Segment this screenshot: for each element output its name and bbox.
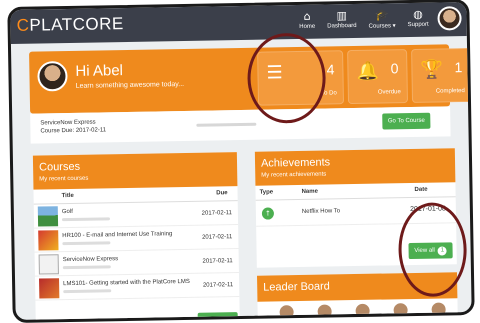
nav-home[interactable]: ⌂ Home [299, 10, 315, 31]
achievements-subtitle: My recent achievements [261, 171, 327, 179]
course-progress [61, 217, 111, 222]
leader-avatar[interactable] [317, 304, 332, 319]
screen-frame: CPLATCORE ⌂ Home ▥ Dashboard 🎓 Courses ▾… [7, 0, 475, 323]
greeting-subtitle: Learn something awesome today... [75, 80, 185, 90]
nav-dashboard[interactable]: ▥ Dashboard [327, 9, 357, 31]
course-due: 2017-02-11 [202, 234, 233, 241]
hr-thumbnail [38, 230, 59, 251]
overdue-count: 0 [390, 60, 399, 77]
col-due: Due [216, 190, 228, 197]
logo-mark: C [16, 15, 30, 35]
home-icon: ⌂ [303, 9, 311, 23]
overdue-label: Overdue [377, 89, 401, 96]
current-course-due: Course Due: 2017-02-11 [40, 127, 107, 135]
welcome-banner: Hi Abel Learn something awesome today...… [29, 44, 473, 114]
course-title[interactable]: LMS101- Getting started with the PlatCor… [63, 279, 190, 287]
current-course-bar: ServiceNow Express Course Due: 2017-02-1… [30, 106, 451, 144]
course-title[interactable]: Golf [62, 209, 73, 215]
course-due: 2017-02-11 [202, 282, 234, 289]
table-row[interactable]: Golf 2017-02-11 [33, 201, 239, 229]
arrow-up-icon: ↑ [261, 207, 275, 220]
graduation-cap-icon: 🎓 [374, 8, 389, 22]
table-row[interactable]: HR100 - E-mail and Internet Use Training… [34, 225, 239, 253]
profile-avatar [37, 61, 68, 92]
table-row[interactable]: LMS101- Getting started with the PlatCor… [34, 273, 240, 301]
globe-icon: ◍ [413, 7, 423, 21]
courses-view-all-button[interactable]: View all [197, 312, 238, 323]
current-course-info: ServiceNow Express Course Due: 2017-02-1… [40, 118, 106, 135]
achievement-name[interactable]: Netflix How To [302, 208, 340, 215]
col-title: Title [61, 192, 74, 200]
top-navigation-bar: CPLATCORE ⌂ Home ▥ Dashboard 🎓 Courses ▾… [10, 2, 467, 44]
leader-avatar[interactable] [355, 303, 370, 319]
course-progress [62, 241, 111, 246]
col-name: Name [301, 188, 318, 195]
servicenow-thumbnail [38, 254, 59, 275]
greeting: Hi Abel [75, 62, 124, 80]
current-course-progress [196, 122, 257, 127]
course-progress [63, 289, 112, 294]
lms-thumbnail [39, 278, 60, 299]
col-date: Date [414, 186, 428, 193]
nav-courses[interactable]: 🎓 Courses ▾ [368, 8, 396, 30]
col-type: Type [259, 189, 274, 196]
main-nav: ⌂ Home ▥ Dashboard 🎓 Courses ▾ ◍ Support [299, 8, 429, 31]
nav-support[interactable]: ◍ Support [407, 7, 429, 29]
course-title[interactable]: HR100 - E-mail and Internet Use Training [62, 231, 172, 239]
todo-count: 4 [326, 61, 335, 78]
courses-header: Courses My recent courses [32, 152, 238, 190]
table-row[interactable]: ServiceNow Express 2017-02-11 [34, 249, 239, 277]
achievements-title: Achievements [260, 156, 331, 170]
course-title[interactable]: ServiceNow Express [63, 256, 118, 263]
achievements-header: Achievements My recent achievements [254, 148, 456, 186]
golf-thumbnail [37, 206, 59, 227]
courses-panel: Courses My recent courses Title Due Golf… [32, 152, 240, 323]
nav-dashboard-label: Dashboard [327, 22, 357, 30]
bell-icon: 🔔 [356, 60, 380, 82]
user-avatar[interactable] [437, 6, 462, 31]
leader-avatar[interactable] [279, 305, 294, 320]
leader-avatar[interactable] [393, 303, 408, 318]
courses-title: Courses [38, 160, 81, 174]
overdue-stat-card[interactable]: 🔔 0 Overdue [347, 49, 409, 105]
course-due: 2017-02-11 [202, 258, 233, 265]
leader-avatar[interactable] [431, 302, 446, 317]
courses-subtitle: My recent courses [39, 175, 89, 183]
nav-support-label: Support [407, 21, 429, 29]
go-to-course-button[interactable]: Go To Course [382, 112, 431, 130]
nav-courses-label: Courses ▾ [368, 23, 396, 30]
completed-label: Completed [435, 88, 465, 95]
course-due: 2017-02-11 [201, 210, 232, 217]
completed-stat-card[interactable]: 🏆 1 Completed [411, 47, 473, 104]
nav-home-label: Home [299, 23, 316, 30]
course-progress [62, 265, 111, 270]
completed-count: 1 [454, 59, 463, 76]
platcore-logo[interactable]: CPLATCORE [16, 14, 123, 36]
trophy-icon: 🏆 [420, 59, 444, 81]
logo-text: PLATCORE [29, 14, 124, 35]
dashboard-icon: ▥ [336, 9, 348, 23]
